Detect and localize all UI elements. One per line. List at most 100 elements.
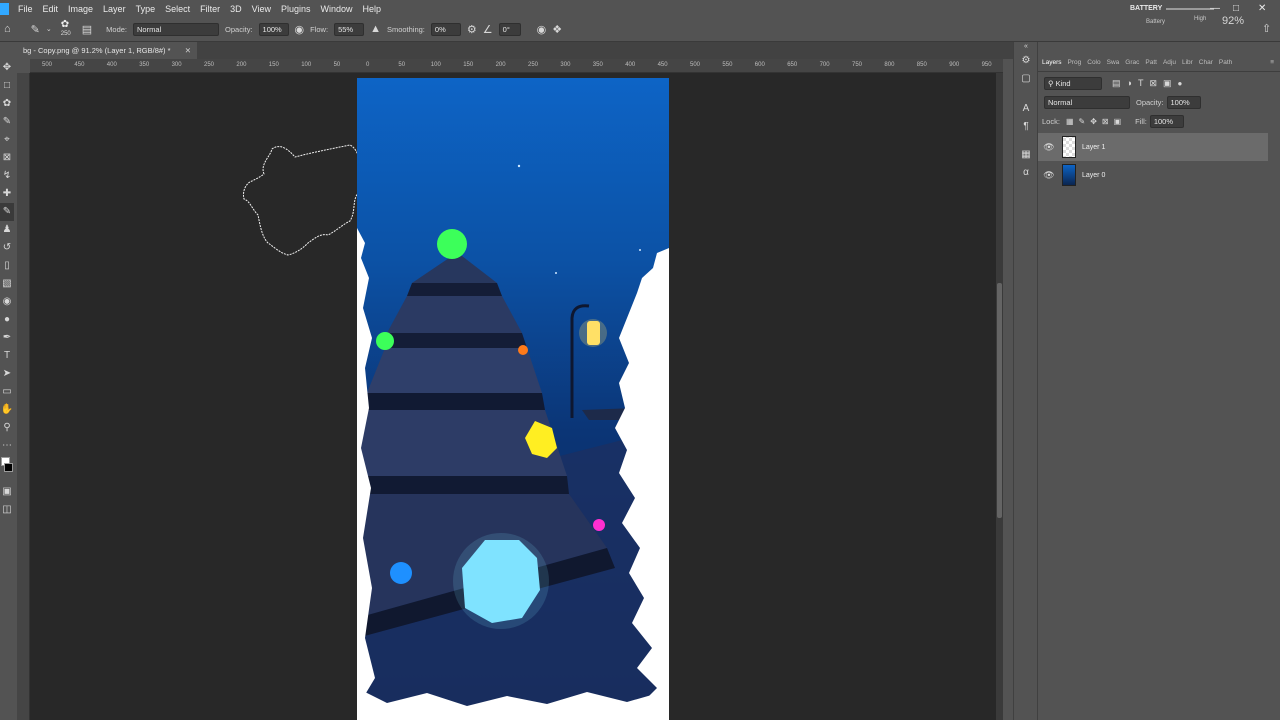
filter-adjustment-icon[interactable]: ◑: [1127, 78, 1132, 88]
lock-artboard-icon[interactable]: ⊠: [1102, 117, 1109, 126]
opacity-input[interactable]: 100%: [258, 22, 289, 36]
panel-menu-icon[interactable]: ≡: [1270, 59, 1274, 71]
layer-row-layer-0[interactable]: 👁 Layer 0: [1038, 161, 1268, 189]
brush-preset-picker[interactable]: ✿ 250: [58, 18, 76, 40]
marquee-tool-icon[interactable]: □: [0, 77, 14, 95]
menu-filter[interactable]: Filter: [195, 4, 225, 14]
tab-color[interactable]: Colo: [1087, 59, 1100, 71]
filter-smart-object-icon[interactable]: ▣: [1163, 78, 1172, 89]
mode-select[interactable]: Normal: [133, 22, 220, 36]
quick-select-tool-icon[interactable]: ✎: [0, 113, 14, 131]
tab-character[interactable]: Char: [1199, 59, 1213, 71]
hand-tool-icon[interactable]: ✋: [0, 401, 14, 419]
lock-transparent-icon[interactable]: ▦: [1066, 117, 1074, 126]
menu-type[interactable]: Type: [131, 4, 161, 14]
filter-toggle-icon[interactable]: ●: [1178, 79, 1183, 88]
glyphs-panel-icon[interactable]: α: [1014, 164, 1038, 182]
properties-panel-icon[interactable]: ▦: [1014, 146, 1038, 164]
tab-gradients[interactable]: Grac: [1125, 59, 1139, 71]
document-tab[interactable]: bg - Copy.png @ 91.2% (Layer 1, RGB/8#) …: [17, 42, 197, 59]
airbrush-icon[interactable]: ▲: [370, 23, 381, 35]
tab-layers[interactable]: Layers: [1042, 59, 1062, 71]
lock-all-icon[interactable]: ▣: [1114, 117, 1122, 126]
tab-adjustments[interactable]: Adju: [1163, 59, 1176, 71]
horizontal-ruler[interactable]: 500 450 400 350 300 250 200 150 100 50 0 50 100 150 20…: [30, 59, 1003, 73]
blur-tool-icon[interactable]: ◉: [0, 293, 14, 311]
color-swatches[interactable]: [0, 455, 14, 483]
document-artwork[interactable]: [357, 78, 669, 720]
menu-file[interactable]: File: [13, 4, 38, 14]
lock-position-icon[interactable]: ✥: [1090, 117, 1097, 126]
battery-slider[interactable]: [1166, 0, 1214, 17]
more-tools-icon[interactable]: ⋯: [0, 437, 14, 455]
tab-swatches[interactable]: Swa: [1107, 59, 1120, 71]
share-icon[interactable]: ⇧: [1262, 22, 1271, 35]
move-tool-icon[interactable]: ✥: [0, 59, 14, 77]
layer-row-layer-1[interactable]: 👁 Layer 1: [1038, 133, 1268, 161]
character-panel-icon[interactable]: A: [1014, 100, 1038, 118]
filter-shape-icon[interactable]: ⊠: [1149, 78, 1157, 89]
brush-tool-icon[interactable]: ✎: [31, 23, 40, 36]
paragraph-panel-icon[interactable]: ¶: [1014, 118, 1038, 136]
filter-pixel-icon[interactable]: ▤: [1112, 78, 1121, 89]
screen-mode-icon[interactable]: ◫: [0, 501, 14, 519]
menu-window[interactable]: Window: [316, 4, 358, 14]
eraser-tool-icon[interactable]: ▯: [0, 257, 14, 275]
pressure-size-icon[interactable]: ◉: [537, 23, 547, 36]
healing-tool-icon[interactable]: ✚: [0, 185, 14, 203]
rectangle-tool-icon[interactable]: ▭: [0, 383, 14, 401]
flow-input[interactable]: 55%: [334, 22, 365, 36]
fill-input[interactable]: 100%: [1149, 114, 1184, 128]
clone-stamp-tool-icon[interactable]: ♟: [0, 221, 14, 239]
lasso-tool-icon[interactable]: ✿: [0, 95, 14, 113]
frame-tool-icon[interactable]: ⊠: [0, 149, 14, 167]
photoshop-logo-icon[interactable]: [0, 2, 9, 15]
tab-paths[interactable]: Path: [1219, 59, 1232, 71]
tab-properties[interactable]: Prog: [1068, 59, 1082, 71]
visibility-eye-icon[interactable]: 👁: [1038, 170, 1060, 181]
vertical-ruler[interactable]: [17, 73, 30, 720]
dodge-tool-icon[interactable]: ●: [0, 311, 14, 329]
pressure-opacity-icon[interactable]: ◉: [295, 23, 305, 36]
gear-icon[interactable]: ⚙: [467, 23, 477, 36]
crop-tool-icon[interactable]: ⌖: [0, 131, 14, 149]
smoothing-input[interactable]: 0%: [430, 22, 461, 36]
layer-name[interactable]: Layer 1: [1082, 144, 1105, 151]
angle-input[interactable]: 0°: [498, 22, 521, 36]
filter-kind-select[interactable]: ⚲ Kind: [1044, 76, 1102, 90]
layer-opacity-input[interactable]: 100%: [1166, 95, 1201, 109]
canvas-area[interactable]: [30, 73, 996, 720]
minimize-icon[interactable]: —: [1210, 0, 1220, 17]
menu-plugins[interactable]: Plugins: [276, 4, 316, 14]
close-tab-icon[interactable]: ✕: [185, 42, 191, 59]
lock-pixels-icon[interactable]: ✎: [1079, 117, 1086, 126]
history-brush-tool-icon[interactable]: ↺: [0, 239, 14, 257]
history-panel-icon[interactable]: ⚙: [1014, 52, 1038, 70]
menu-help[interactable]: Help: [358, 4, 387, 14]
menu-edit[interactable]: Edit: [38, 4, 64, 14]
type-tool-icon[interactable]: T: [0, 347, 14, 365]
background-color-swatch[interactable]: [4, 463, 13, 472]
close-icon[interactable]: ✕: [1258, 0, 1266, 17]
menu-3d[interactable]: 3D: [225, 4, 247, 14]
visibility-eye-icon[interactable]: 👁: [1038, 142, 1060, 153]
brush-tool-icon[interactable]: ✎: [0, 203, 14, 221]
quick-mask-icon[interactable]: ▣: [0, 483, 14, 501]
brush-settings-icon[interactable]: ▤: [82, 23, 92, 36]
home-icon[interactable]: ⌂: [4, 23, 11, 35]
zoom-tool-icon[interactable]: ⚲: [0, 419, 14, 437]
angle-icon[interactable]: ∠: [483, 23, 493, 36]
path-select-tool-icon[interactable]: ➤: [0, 365, 14, 383]
scrollbar-thumb[interactable]: [997, 283, 1002, 518]
comments-panel-icon[interactable]: ▢: [1014, 70, 1038, 88]
eyedropper-tool-icon[interactable]: ↯: [0, 167, 14, 185]
menu-layer[interactable]: Layer: [98, 4, 131, 14]
collapse-panels-icon[interactable]: «: [1014, 42, 1038, 52]
menu-image[interactable]: Image: [63, 4, 98, 14]
blend-mode-select[interactable]: Normal: [1044, 95, 1130, 109]
gradient-tool-icon[interactable]: ▧: [0, 275, 14, 293]
menu-view[interactable]: View: [247, 4, 276, 14]
pen-tool-icon[interactable]: ✒: [0, 329, 14, 347]
tab-libraries[interactable]: Libr: [1182, 59, 1193, 71]
menu-select[interactable]: Select: [160, 4, 195, 14]
